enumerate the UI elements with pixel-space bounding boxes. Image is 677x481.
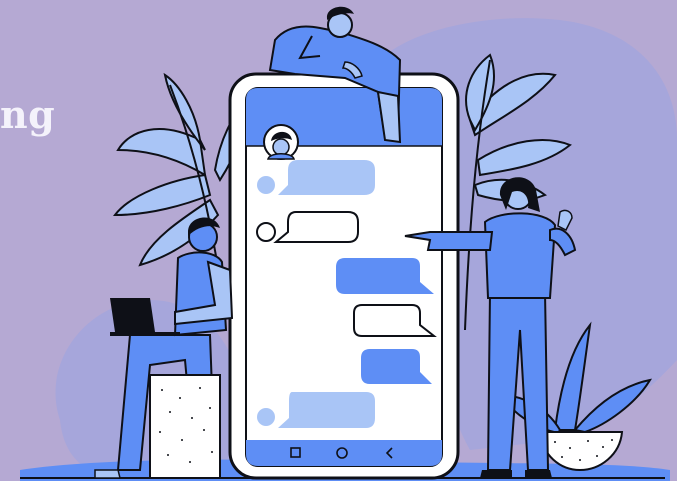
message-bubble[interactable] [336, 258, 434, 294]
ottoman-stool [149, 374, 221, 479]
chat-illustration [20, 6, 677, 481]
phone-nav-bar [246, 440, 442, 466]
contact-avatar[interactable] [263, 124, 299, 160]
illustration-scene: ng [0, 0, 677, 481]
